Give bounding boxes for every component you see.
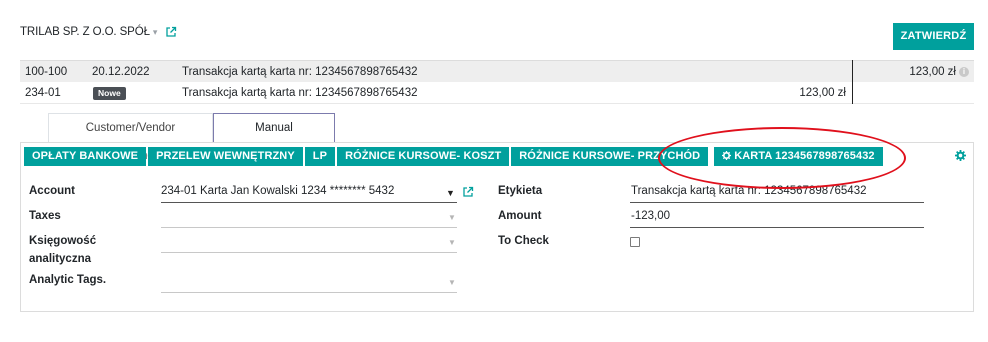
table-row[interactable]: 234-01 Nowe Transakcja kartą karta nr: 1… [20,82,974,104]
label-label: Etykieta [498,185,543,197]
caret-down-icon[interactable]: ▼ [448,278,456,287]
partner-selector[interactable]: TRILAB SP. Z O.O. SPÓŁ ▾ [20,24,177,40]
caret-down-icon[interactable]: ▼ [448,238,456,247]
highlight-ellipse [658,127,906,189]
model-button-przelew-wewnetrzny[interactable]: PRZELEW WEWNĘTRZNY [148,147,303,166]
line-debit: 123,00 zł [799,87,846,99]
model-button-oplaty-bankowe[interactable]: OPŁATY BANKOWE [24,147,147,166]
to-check-label: To Check [498,235,549,247]
amount-label: Amount [498,210,542,222]
analytic-tags-field[interactable] [161,292,457,293]
notebook-tabs: Customer/Vendor Matching Manual Operatio… [48,113,335,162]
line-label: Transakcja kartą karta nr: 1234567898765… [182,66,418,78]
account-field[interactable]: 234-01 Karta Jan Kowalski 1234 ******** … [161,185,394,197]
caret-down-icon[interactable]: ▼ [448,213,456,222]
caret-down-icon[interactable]: ▼ [446,188,455,198]
taxes-label: Taxes [29,210,61,222]
label-field-underline [630,202,924,203]
account-field-underline [161,202,457,203]
external-link-icon[interactable] [165,26,177,38]
external-link-icon[interactable] [462,186,474,198]
tab-customer-vendor-matching[interactable]: Customer/Vendor Matching [48,113,213,162]
analytic-account-label-2: analityczna [29,253,91,265]
gear-icon[interactable] [955,150,966,161]
analytic-tags-label: Analytic Tags. [29,274,107,286]
info-icon[interactable]: i [959,67,969,77]
partner-name[interactable]: TRILAB SP. Z O.O. SPÓŁ [20,26,150,38]
amount-field-underline [630,227,924,228]
analytic-account-label: Księgowość [29,235,97,247]
line-account: 100-100 [25,66,68,78]
column-divider [852,60,853,104]
move-lines-table: 100-100 20.12.2022 Transakcja kartą kart… [20,60,974,104]
line-date: 20.12.2022 [92,66,150,78]
table-row[interactable]: 100-100 20.12.2022 Transakcja kartą kart… [20,60,974,82]
account-label: Account [29,185,75,197]
taxes-field[interactable] [161,227,457,228]
model-button-lp[interactable]: LP [304,147,336,166]
confirm-button[interactable]: ZATWIERDŹ [893,23,974,50]
line-credit: 123,00 zł [909,66,956,78]
partner-caret-icon[interactable]: ▾ [153,27,158,38]
analytic-account-field[interactable] [161,252,457,253]
status-badge: Nowe [93,87,126,100]
line-label: Transakcja kartą karta nr: 1234567898765… [182,87,418,99]
line-account: 234-01 [25,87,61,99]
tab-manual-operations[interactable]: Manual Operations [213,113,335,162]
model-button-roznice-koszt[interactable]: RÓŻNICE KURSOWE- KOSZT [337,147,510,166]
to-check-checkbox[interactable] [630,237,640,247]
amount-field[interactable]: -123,00 [631,210,670,222]
